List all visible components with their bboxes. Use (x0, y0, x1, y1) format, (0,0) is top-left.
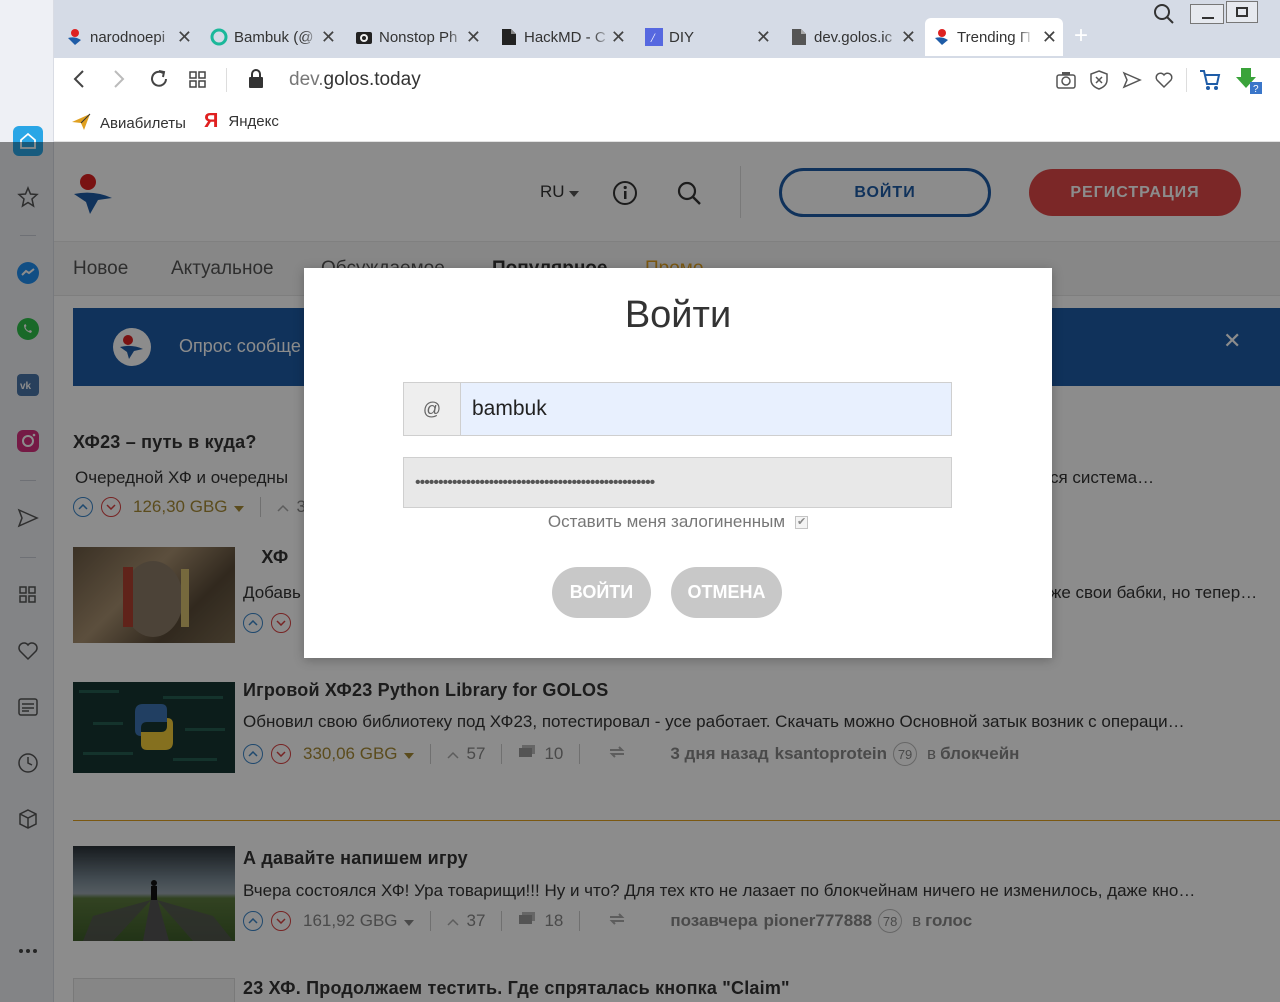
remember-me-label[interactable]: Оставить меня залогиненным (548, 512, 785, 532)
speed-dial-icon[interactable] (188, 70, 208, 95)
tab-diy[interactable]: / DIY ✕ (637, 18, 777, 56)
new-tab-icon[interactable]: + (1074, 22, 1088, 50)
bookmark-yandex[interactable]: Я Яндекс (204, 110, 279, 132)
lock-icon[interactable] (248, 69, 264, 94)
bookmark-label: Авиабилеты (100, 115, 186, 132)
tab-nonstop[interactable]: Nonstop Ph ✕ (347, 18, 487, 56)
tab-close-icon[interactable]: ✕ (466, 28, 481, 46)
address-bar: dev.golos.today ? (54, 58, 1280, 102)
password-input[interactable] (403, 457, 952, 508)
tab-title: dev.golos.ic (814, 28, 893, 46)
url-text[interactable]: dev.golos.today (289, 69, 421, 91)
tab-close-icon[interactable]: ✕ (756, 28, 771, 46)
tab-title: Bambuk (@ (234, 28, 314, 46)
tab-title: narodnoepi (90, 28, 166, 46)
browser-tab-strip: narodnoepi ✕ Bambuk (@ ✕ Nonstop Ph ✕ Ha… (0, 0, 1280, 58)
login-dialog: Войти @ Оставить меня залогиненным ✔ ВОЙ… (304, 268, 1052, 658)
tab-title: Trending П (957, 28, 1031, 46)
tab-close-icon[interactable]: ✕ (321, 28, 336, 46)
tab-close-icon[interactable]: ✕ (611, 28, 626, 46)
login-submit-button[interactable]: ВОЙТИ (552, 567, 651, 618)
minimize-window-icon[interactable] (1190, 4, 1224, 24)
tab-close-icon[interactable]: ✕ (177, 28, 192, 46)
checkmark-icon: ✔ (796, 515, 807, 528)
url-domain: golos.today (323, 69, 421, 90)
divider (226, 68, 227, 92)
divider (1186, 68, 1187, 92)
camera-favicon-icon (355, 28, 373, 46)
remember-me-row[interactable]: Оставить меня залогиненным ✔ (304, 512, 1052, 532)
search-tabs-icon[interactable] (1152, 2, 1176, 26)
at-symbol-addon: @ (404, 383, 461, 435)
bookmarks-bar: Авиабилеты Я Яндекс (54, 102, 1280, 142)
tab-close-icon[interactable]: ✕ (1042, 28, 1057, 46)
adblock-icon[interactable] (1089, 70, 1109, 95)
golos-favicon-icon (933, 28, 951, 46)
document-favicon-icon (500, 28, 518, 46)
diy-favicon-icon: / (645, 28, 663, 46)
tab-bambuk[interactable]: Bambuk (@ ✕ (202, 18, 342, 56)
green-circle-favicon-icon (210, 28, 228, 46)
forward-icon[interactable] (108, 68, 128, 95)
tab-trending[interactable]: Trending П ✕ (925, 18, 1063, 56)
bookmark-aviabilety[interactable]: Авиабилеты (70, 110, 186, 137)
tab-title: HackMD - C (524, 28, 606, 46)
plane-icon (70, 110, 92, 137)
golos-favicon-icon (66, 28, 84, 46)
download-extension-icon[interactable]: ? (1234, 66, 1264, 101)
send-icon[interactable] (1122, 70, 1142, 95)
tab-close-icon[interactable]: ✕ (901, 28, 916, 46)
tab-hackmd[interactable]: HackMD - C ✕ (492, 18, 632, 56)
snapshot-icon[interactable] (1056, 70, 1076, 95)
svg-text:?: ? (1253, 84, 1259, 95)
yandex-icon: Я (204, 110, 219, 132)
username-input[interactable] (461, 383, 951, 435)
document-favicon-icon (790, 28, 808, 46)
cart-icon[interactable] (1198, 68, 1222, 97)
remember-me-checkbox[interactable]: ✔ (795, 515, 809, 529)
reload-icon[interactable] (148, 68, 170, 95)
tab-narodnoepi[interactable]: narodnoepi ✕ (58, 18, 198, 56)
tab-title: DIY (669, 28, 695, 46)
username-field-group: @ (403, 382, 952, 436)
login-dialog-title: Войти (624, 294, 732, 336)
tab-dev-golos[interactable]: dev.golos.ic ✕ (782, 18, 922, 56)
tab-title: Nonstop Ph (379, 28, 458, 46)
bookmark-label: Яндекс (228, 112, 279, 130)
restore-window-icon[interactable] (1226, 1, 1258, 23)
heart-icon[interactable] (1154, 70, 1174, 95)
url-prefix: dev. (289, 69, 324, 90)
back-icon[interactable] (70, 68, 90, 95)
login-cancel-button[interactable]: ОТМЕНА (671, 567, 782, 618)
